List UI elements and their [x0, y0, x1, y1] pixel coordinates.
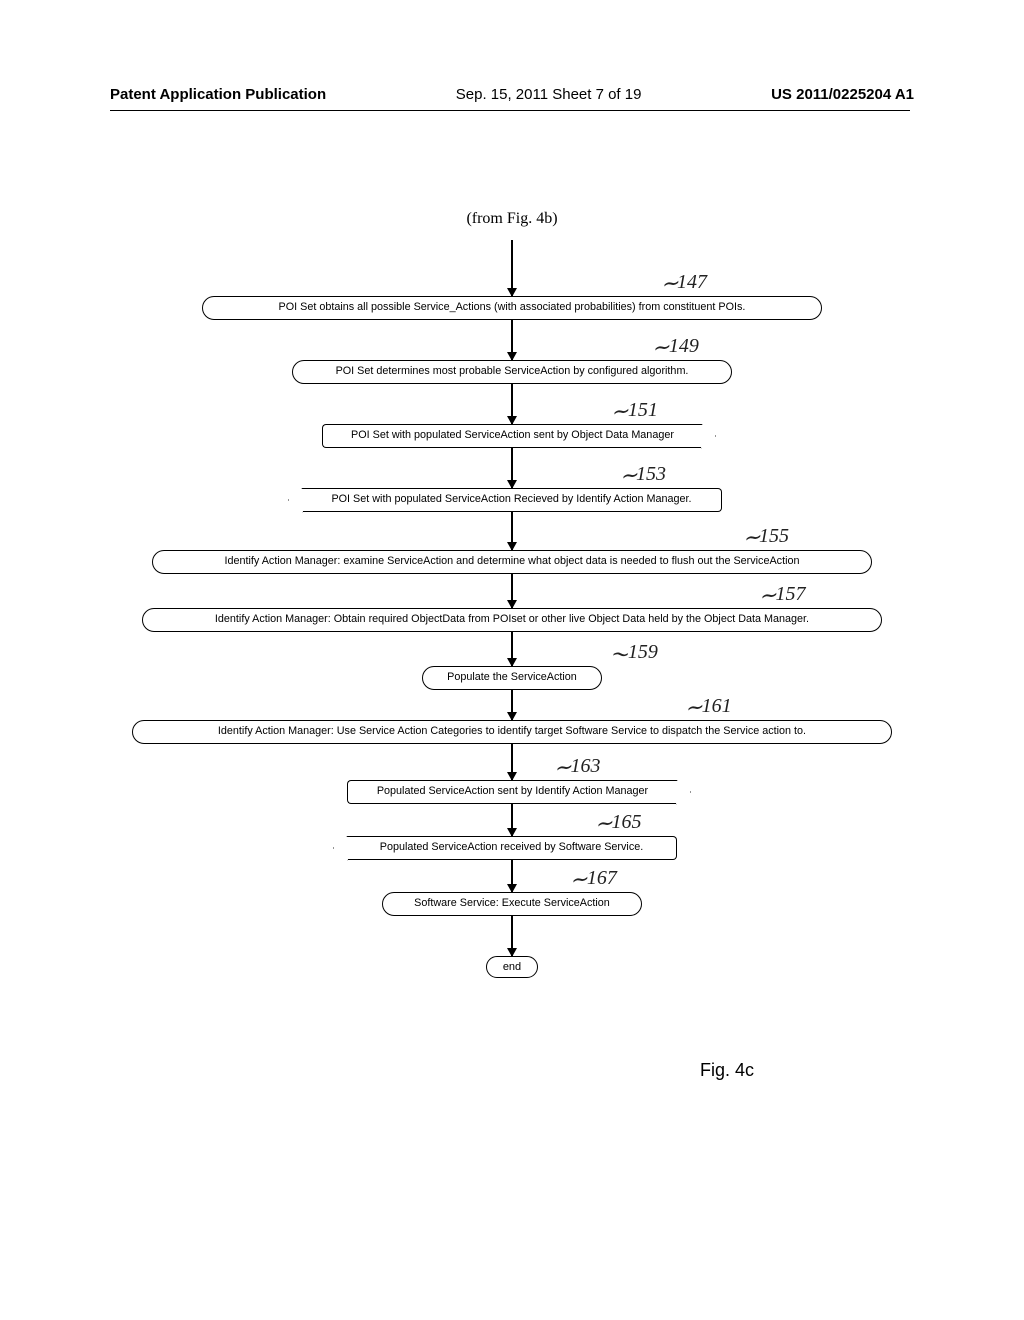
step-wrap-151: ∼151 POI Set with populated ServiceActio… [102, 424, 922, 448]
arrow [511, 744, 513, 780]
arrow [511, 632, 513, 666]
process-box-159: Populate the ServiceAction [422, 666, 602, 690]
flowchart: ∼147 POI Set obtains all possible Servic… [102, 240, 922, 978]
step-num-167: 167 [587, 867, 617, 889]
step-wrap-157: ∼157 Identify Action Manager: Obtain req… [102, 608, 922, 632]
arrow [511, 860, 513, 892]
message-recv-165: Populated ServiceAction received by Soft… [347, 836, 677, 860]
step-num-165: 165 [611, 811, 641, 833]
message-sent-151: POI Set with populated ServiceAction sen… [322, 424, 702, 448]
process-box-155: Identify Action Manager: examine Service… [152, 550, 872, 574]
arrow [511, 448, 513, 488]
arrow [511, 240, 513, 296]
header-rule [110, 110, 910, 111]
step-wrap-161: ∼161 Identify Action Manager: Use Servic… [102, 720, 922, 744]
step-number-label: ∼153 [619, 460, 666, 486]
header-left: Patent Application Publication [110, 86, 326, 103]
step-number-label: ∼165 [594, 808, 641, 834]
step-number-label: ∼159 [610, 638, 657, 664]
step-num-163: 163 [570, 755, 600, 777]
step-number-label: ∼163 [553, 752, 600, 778]
page-header: Patent Application Publication Sep. 15, … [0, 86, 1024, 103]
arrow [511, 320, 513, 360]
step-num-149: 149 [669, 335, 699, 357]
step-wrap-165: ∼165 Populated ServiceAction received by… [102, 836, 922, 860]
step-wrap-149: ∼149 POI Set determines most probable Se… [102, 360, 922, 384]
step-num-159: 159 [628, 641, 658, 663]
step-num-155: 155 [759, 525, 789, 547]
arrow [511, 804, 513, 836]
from-fig-label: (from Fig. 4b) [0, 210, 1024, 228]
step-wrap-159: ∼159 Populate the ServiceAction [102, 666, 922, 690]
arrow [511, 384, 513, 424]
step-num-153: 153 [636, 463, 666, 485]
step-number-label: ∼161 [684, 692, 731, 718]
step-number-label: ∼147 [660, 268, 707, 294]
step-num-157: 157 [775, 583, 805, 605]
arrow [511, 574, 513, 608]
step-wrap-147: ∼147 POI Set obtains all possible Servic… [102, 296, 922, 320]
process-box-147: POI Set obtains all possible Service_Act… [202, 296, 822, 320]
step-num-147: 147 [677, 271, 707, 293]
process-box-161: Identify Action Manager: Use Service Act… [132, 720, 892, 744]
arrow [511, 916, 513, 956]
step-num-151: 151 [628, 399, 658, 421]
step-number-label: ∼149 [651, 332, 698, 358]
step-wrap-155: ∼155 Identify Action Manager: examine Se… [102, 550, 922, 574]
figure-label: Fig. 4c [700, 1060, 754, 1081]
step-number-label: ∼151 [610, 396, 657, 422]
step-wrap-153: ∼153 POI Set with populated ServiceActio… [102, 488, 922, 512]
terminator-end: end [486, 956, 538, 978]
header-right: US 2011/0225204 A1 [771, 86, 914, 103]
arrow [511, 512, 513, 550]
header-mid: Sep. 15, 2011 Sheet 7 of 19 [456, 86, 642, 103]
message-sent-163: Populated ServiceAction sent by Identify… [347, 780, 677, 804]
arrow [511, 690, 513, 720]
step-number-label: ∼155 [742, 522, 789, 548]
process-box-167: Software Service: Execute ServiceAction [382, 892, 642, 916]
step-num-161: 161 [702, 695, 732, 717]
step-number-label: ∼167 [569, 864, 616, 890]
process-box-157: Identify Action Manager: Obtain required… [142, 608, 882, 632]
step-number-label: ∼157 [758, 580, 805, 606]
step-wrap-163: ∼163 Populated ServiceAction sent by Ide… [102, 780, 922, 804]
step-wrap-167: ∼167 Software Service: Execute ServiceAc… [102, 892, 922, 916]
message-recv-153: POI Set with populated ServiceAction Rec… [302, 488, 722, 512]
process-box-149: POI Set determines most probable Service… [292, 360, 732, 384]
